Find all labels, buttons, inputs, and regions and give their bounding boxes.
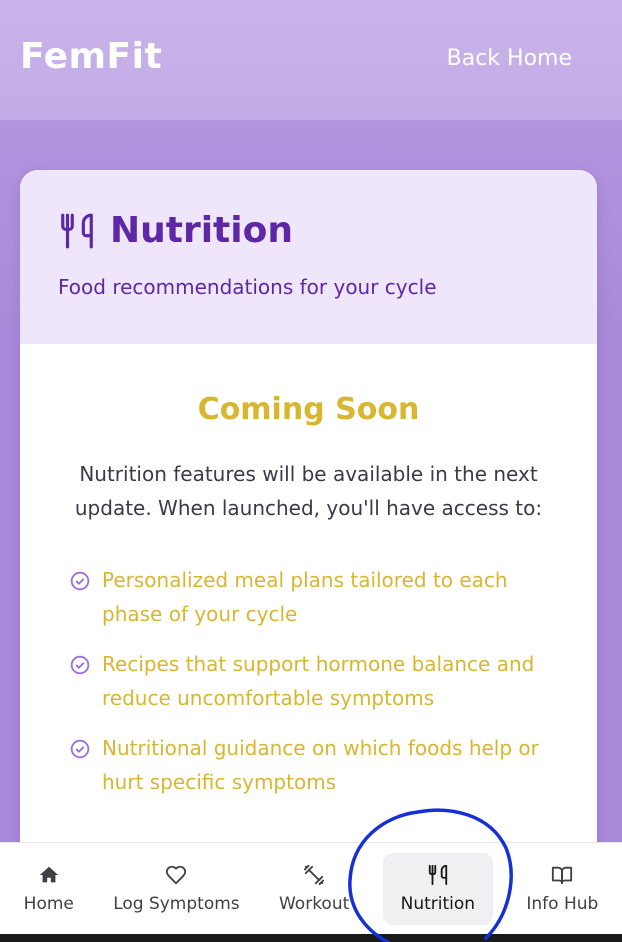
coming-soon-heading: Coming Soon — [197, 392, 420, 427]
dumbbell-icon — [303, 864, 325, 886]
nav-label: Nutrition — [400, 893, 476, 914]
system-bar — [0, 934, 622, 942]
top-header: FemFit Back Home — [0, 0, 622, 120]
nutrition-card: Nutrition Food recommendations for your … — [20, 170, 597, 870]
brand-logo: FemFit — [20, 36, 163, 77]
nav-item-nutrition[interactable]: Nutrition — [382, 852, 494, 925]
feature-text: Nutritional guidance on which foods help… — [102, 736, 539, 794]
nav-label: Workout — [278, 893, 350, 914]
nav-item-home[interactable]: Home — [18, 853, 80, 925]
back-home-link[interactable]: Back Home — [447, 46, 572, 71]
nav-item-log-symptoms[interactable]: Log Symptoms — [107, 853, 245, 925]
nav-item-info-hub[interactable]: Info Hub — [520, 853, 604, 925]
fork-knife-icon — [58, 212, 96, 250]
feature-text: Recipes that support hormone balance and… — [102, 652, 535, 710]
book-icon — [551, 864, 573, 886]
card-title-row: Nutrition — [58, 210, 559, 251]
card-header: Nutrition Food recommendations for your … — [20, 170, 597, 344]
nav-label: Info Hub — [526, 893, 599, 914]
card-body: Coming Soon Nutrition features will be a… — [20, 344, 597, 799]
heart-icon — [165, 864, 187, 886]
list-item: Personalized meal plans tailored to each… — [70, 563, 567, 631]
nav-label: Home — [23, 893, 74, 914]
feature-list: Personalized meal plans tailored to each… — [50, 563, 567, 799]
check-circle-icon — [70, 739, 90, 759]
feature-text: Personalized meal plans tailored to each… — [102, 568, 508, 626]
home-icon — [38, 864, 60, 886]
app-screen: FemFit Back Home Nutrition Food recommen… — [0, 0, 622, 942]
page-subtitle: Food recommendations for your cycle — [58, 275, 437, 299]
page-title: Nutrition — [110, 210, 293, 251]
list-item: Recipes that support hormone balance and… — [70, 647, 567, 715]
intro-text: Nutrition features will be available in … — [74, 462, 543, 520]
bottom-nav: Home Log Symptoms Workout Nutrition Info… — [0, 842, 622, 934]
list-item: Nutritional guidance on which foods help… — [70, 731, 567, 799]
fork-knife-icon — [427, 864, 449, 886]
check-circle-icon — [70, 571, 90, 591]
nav-label: Log Symptoms — [113, 893, 240, 914]
check-circle-icon — [70, 655, 90, 675]
nav-item-workout[interactable]: Workout — [273, 853, 355, 925]
